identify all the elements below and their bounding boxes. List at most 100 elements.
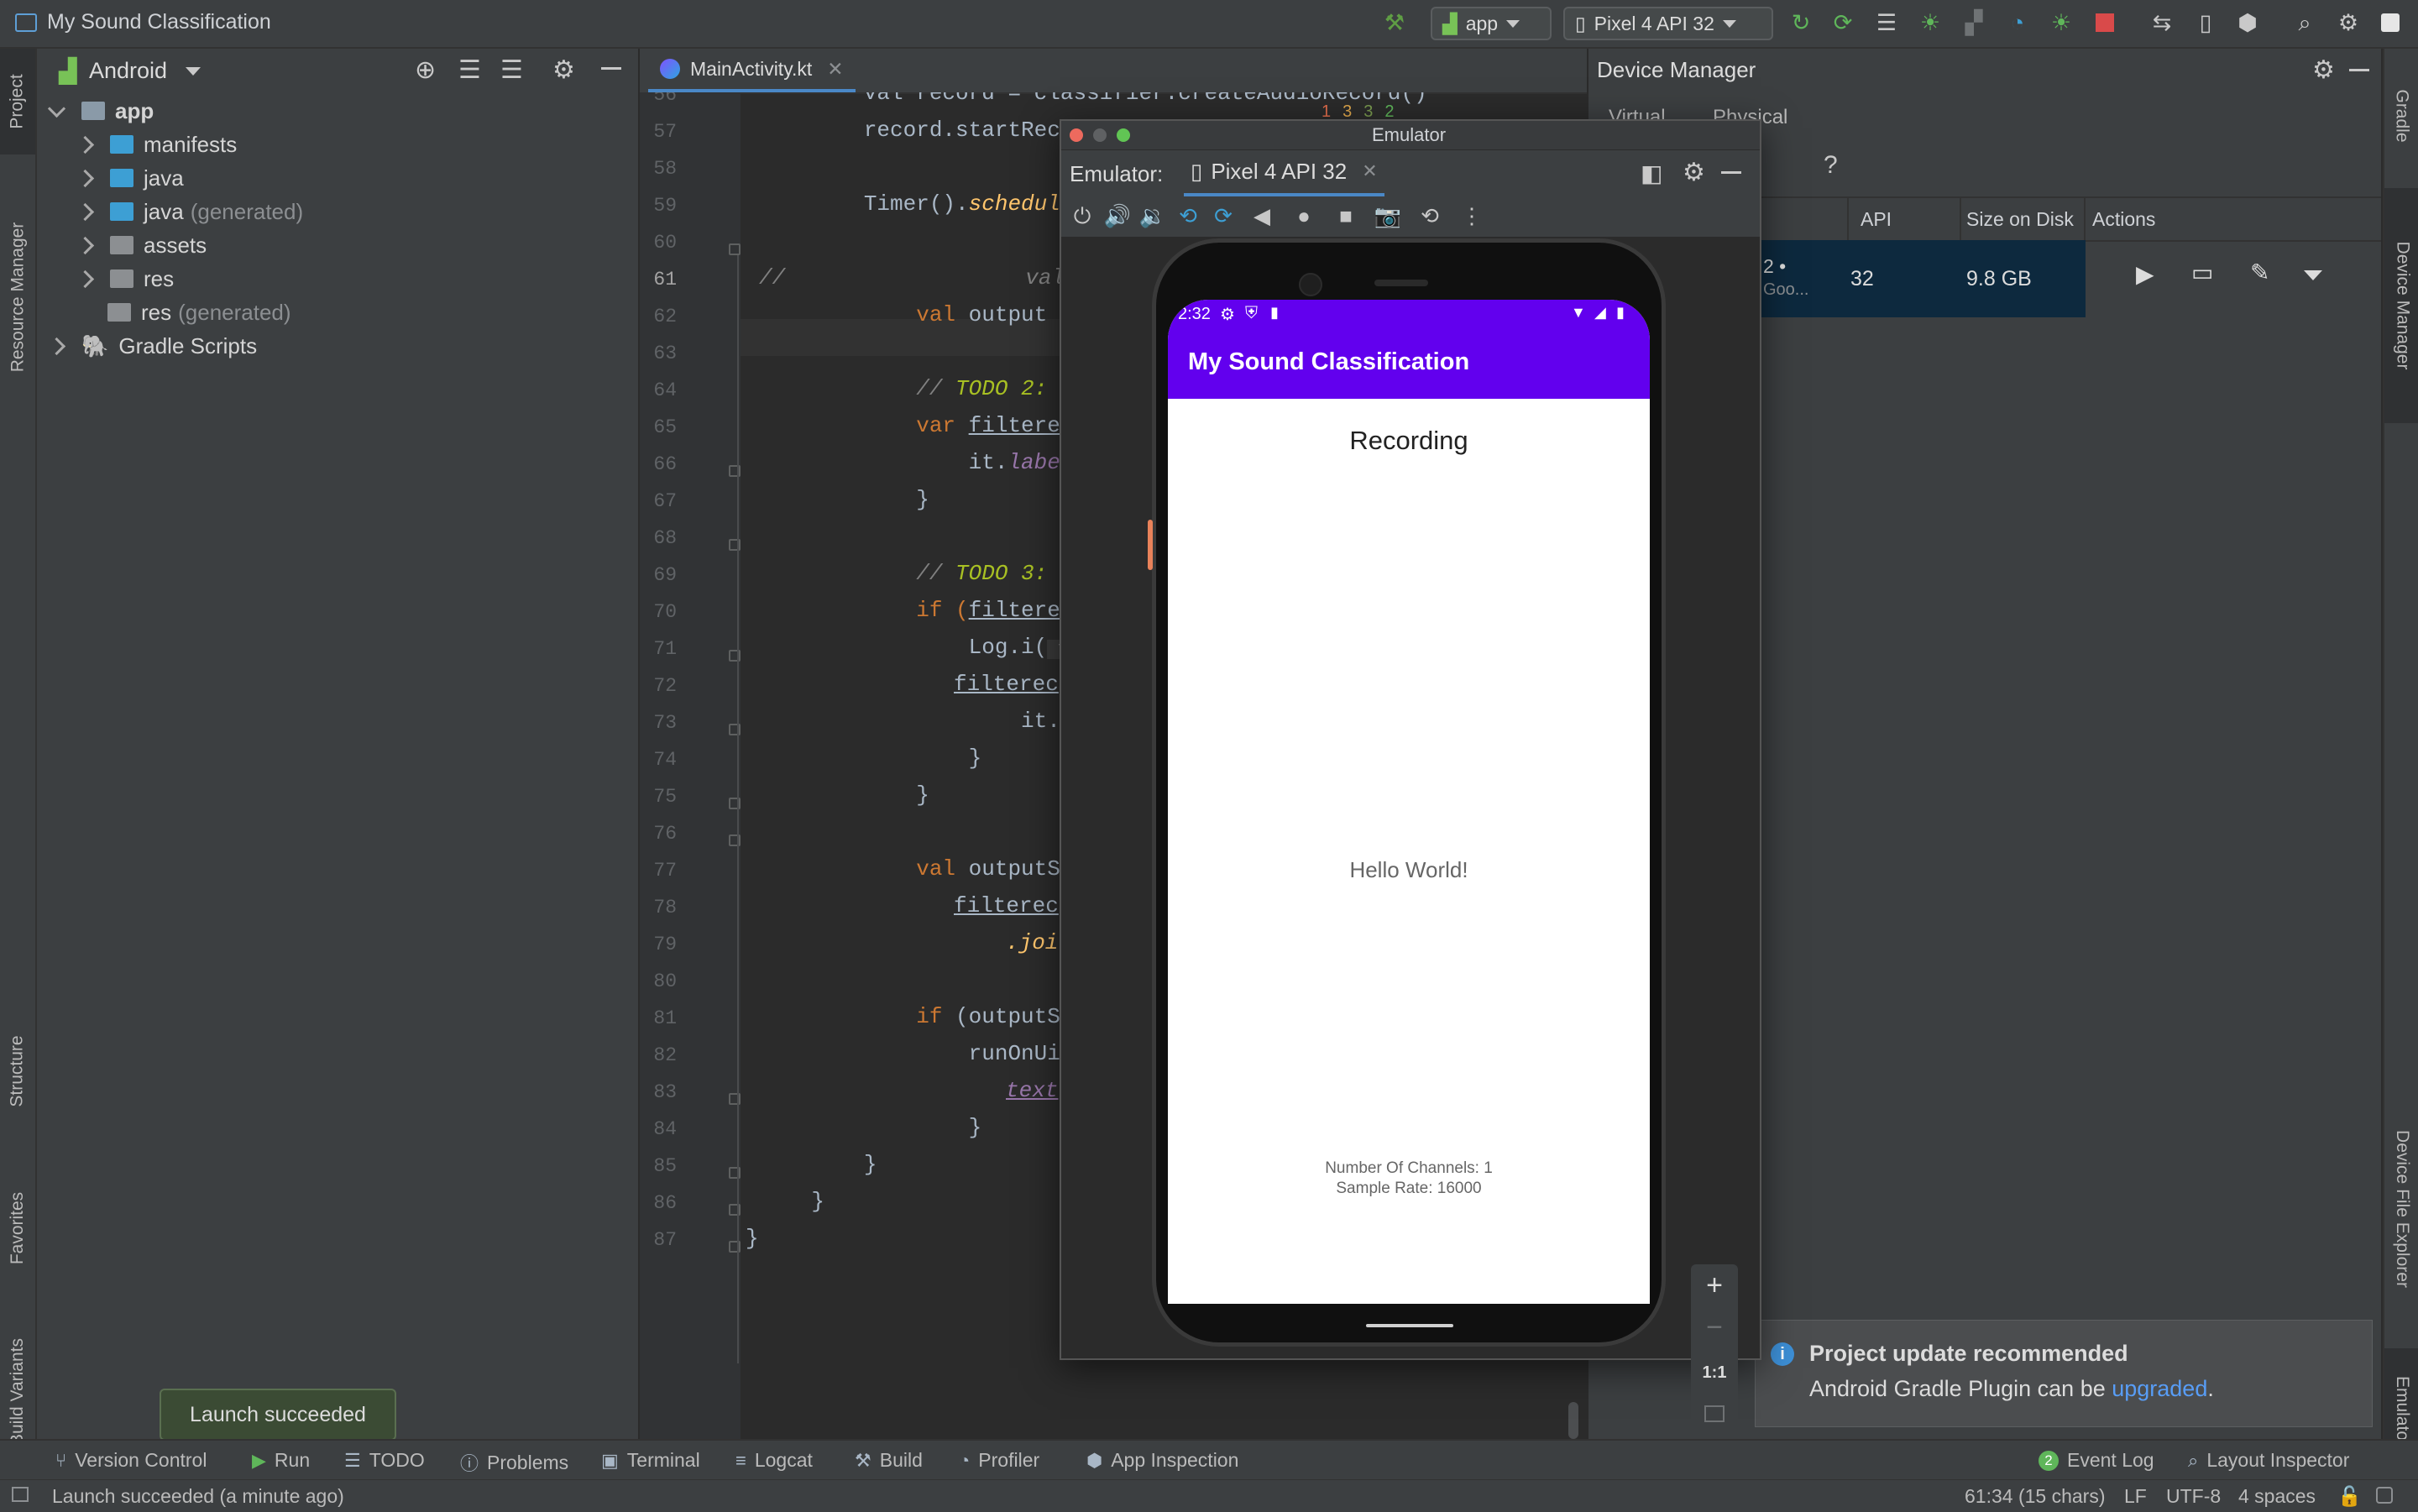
zoom-in-icon[interactable]: +: [1691, 1269, 1738, 1302]
minimize-icon[interactable]: [2349, 69, 2369, 71]
tree-item-app[interactable]: app: [47, 94, 154, 128]
editor-scrollbar[interactable]: [1568, 1402, 1578, 1439]
tab-device-manager[interactable]: Device Manager: [2384, 188, 2418, 423]
collapse-all-icon[interactable]: ☰: [500, 55, 523, 85]
gesture-nav-bar[interactable]: [1366, 1324, 1453, 1327]
device-manager-icon[interactable]: ▯: [2193, 10, 2218, 35]
tree-item-java[interactable]: java: [76, 161, 184, 195]
apply-code-changes-icon[interactable]: ⟳: [1830, 10, 1855, 35]
back-icon[interactable]: ◀: [1248, 201, 1276, 230]
fit-screen-icon[interactable]: [1704, 1405, 1725, 1422]
search-icon[interactable]: ⌕: [2292, 10, 2317, 35]
tab-resource-manager[interactable]: Resource Manager: [0, 171, 35, 423]
status-message[interactable]: Launch succeeded (a minute ago): [52, 1485, 344, 1508]
minimize-window-button[interactable]: [1093, 128, 1107, 142]
tree-item-manifests[interactable]: manifests: [76, 128, 237, 161]
device-dropdown[interactable]: ▯ Pixel 4 API 32: [1563, 7, 1773, 40]
toggle-tool-windows-icon[interactable]: [12, 1487, 29, 1502]
run-list-icon[interactable]: ☰: [1874, 10, 1899, 35]
settings-gear-icon[interactable]: ⚙: [2336, 10, 2361, 35]
fold-marker[interactable]: [729, 243, 741, 255]
tool-build[interactable]: ⚒ Build: [855, 1449, 923, 1472]
rotate-right-icon[interactable]: ⟳: [1209, 201, 1238, 230]
detach-window-icon[interactable]: ◧: [1641, 160, 1662, 187]
profiler-icon[interactable]: ◔: [2005, 10, 2030, 35]
home-icon[interactable]: ●: [1290, 201, 1318, 230]
snapshot-icon[interactable]: ⟲: [1416, 201, 1444, 230]
attach-debugger-android-icon[interactable]: ☀: [2049, 10, 2074, 35]
sync-gradle-icon[interactable]: ⇆: [2149, 10, 2175, 35]
chevron-down-icon[interactable]: [2304, 270, 2322, 280]
tool-profiler[interactable]: ◔ Profiler: [959, 1449, 1039, 1472]
indent-setting[interactable]: 4 spaces: [2238, 1485, 2316, 1508]
help-icon[interactable]: ?: [1824, 151, 1844, 180]
tool-problems[interactable]: ⓘ Problems: [460, 1449, 568, 1476]
tab-device-file-explorer[interactable]: Device File Explorer: [2384, 1083, 2418, 1335]
phone-screen[interactable]: 2:32 ⚙ ⛨ ▮ ▼ ◢ ▮ My Sound Classification…: [1168, 300, 1650, 1304]
volume-down-icon[interactable]: 🔉: [1138, 201, 1167, 230]
settings-gear-icon[interactable]: ⚙: [1683, 158, 1705, 187]
settings-gear-icon[interactable]: ⚙: [2312, 55, 2335, 85]
zoom-window-button[interactable]: [1117, 128, 1130, 142]
close-icon[interactable]: ✕: [827, 58, 843, 81]
minimize-icon[interactable]: [1721, 171, 1741, 174]
tab-structure[interactable]: Structure: [0, 987, 35, 1155]
column-api[interactable]: API: [1861, 208, 1892, 231]
tool-version-control[interactable]: ⑂ Version Control: [55, 1449, 207, 1472]
tab-mainactivity[interactable]: MainActivity.kt ✕: [648, 49, 856, 92]
more-options-icon[interactable]: ⋮: [1458, 201, 1486, 230]
debug-icon[interactable]: ☀: [1918, 10, 1943, 35]
screenshot-camera-icon[interactable]: 📷: [1374, 201, 1402, 230]
power-key[interactable]: [1148, 520, 1153, 570]
project-view-dropdown[interactable]: Android: [89, 58, 202, 84]
tool-event-log[interactable]: 2 Event Log: [2039, 1449, 2154, 1472]
settings-gear-icon[interactable]: ⚙: [552, 55, 575, 85]
tree-item-res-generated[interactable]: res (generated): [107, 296, 291, 329]
locate-icon[interactable]: ⊕: [415, 55, 436, 85]
power-icon[interactable]: ⏻: [1068, 201, 1096, 230]
close-window-button[interactable]: [1070, 128, 1083, 142]
zoom-out-icon[interactable]: −: [1691, 1311, 1738, 1344]
tool-layout-inspector[interactable]: ⌕ Layout Inspector: [2188, 1449, 2349, 1472]
volume-up-icon[interactable]: 🔊: [1103, 201, 1132, 230]
expand-all-icon[interactable]: ☰: [458, 55, 481, 85]
file-encoding[interactable]: UTF-8: [2166, 1485, 2221, 1508]
tree-item-java-generated[interactable]: java (generated): [76, 195, 303, 228]
caret-position[interactable]: 61:34 (15 chars): [1965, 1485, 2105, 1508]
tool-app-inspection[interactable]: ⬢ App Inspection: [1086, 1449, 1238, 1472]
tool-todo[interactable]: ☰ TODO: [344, 1449, 425, 1472]
tool-run[interactable]: ▶ Run: [252, 1449, 310, 1472]
tab-favorites[interactable]: Favorites: [0, 1165, 35, 1291]
tool-logcat[interactable]: ≡ Logcat: [735, 1449, 813, 1472]
code-line: val outputSt: [759, 856, 1074, 882]
open-folder-icon[interactable]: ▭: [2191, 259, 2213, 286]
column-size[interactable]: Size on Disk: [1966, 208, 2074, 231]
edit-pencil-icon[interactable]: ✎: [2250, 259, 2269, 286]
tool-terminal[interactable]: ▣ Terminal: [601, 1449, 700, 1472]
rotate-left-icon[interactable]: ⟲: [1174, 201, 1202, 230]
stop-icon[interactable]: [2092, 10, 2117, 35]
line-separator[interactable]: LF: [2124, 1485, 2147, 1508]
tree-item-gradle-scripts[interactable]: 🐘 Gradle Scripts: [47, 329, 257, 363]
launch-balloon[interactable]: Launch succeeded: [160, 1389, 396, 1441]
minimize-icon[interactable]: [601, 67, 621, 70]
tree-item-assets[interactable]: assets: [76, 228, 207, 262]
upgrade-link[interactable]: upgraded: [2112, 1376, 2207, 1401]
column-actions[interactable]: Actions: [2092, 208, 2155, 231]
tree-item-res[interactable]: res: [76, 262, 174, 296]
overview-icon[interactable]: ■: [1332, 201, 1360, 230]
tab-project[interactable]: Project: [0, 49, 35, 154]
attach-debugger-icon[interactable]: ▞: [1961, 10, 1986, 35]
user-icon[interactable]: [2378, 10, 2403, 35]
run-config-dropdown[interactable]: ▟ app: [1431, 7, 1552, 40]
lock-icon[interactable]: 🔓: [2337, 1485, 2362, 1508]
launch-play-icon[interactable]: ▶: [2136, 260, 2154, 288]
apply-changes-restart-icon[interactable]: ↻: [1788, 10, 1814, 35]
close-icon[interactable]: ✕: [1362, 160, 1377, 182]
build-hammer-icon[interactable]: ⚒: [1382, 10, 1407, 35]
sdk-manager-icon[interactable]: ⬢: [2235, 10, 2260, 35]
zoom-actual-size[interactable]: 1:1: [1691, 1363, 1738, 1383]
memory-indicator-icon[interactable]: [2376, 1487, 2393, 1504]
tab-gradle[interactable]: Gradle: [2384, 57, 2418, 175]
tab-pixel4[interactable]: ▯ Pixel 4 API 32 ✕: [1184, 149, 1384, 196]
